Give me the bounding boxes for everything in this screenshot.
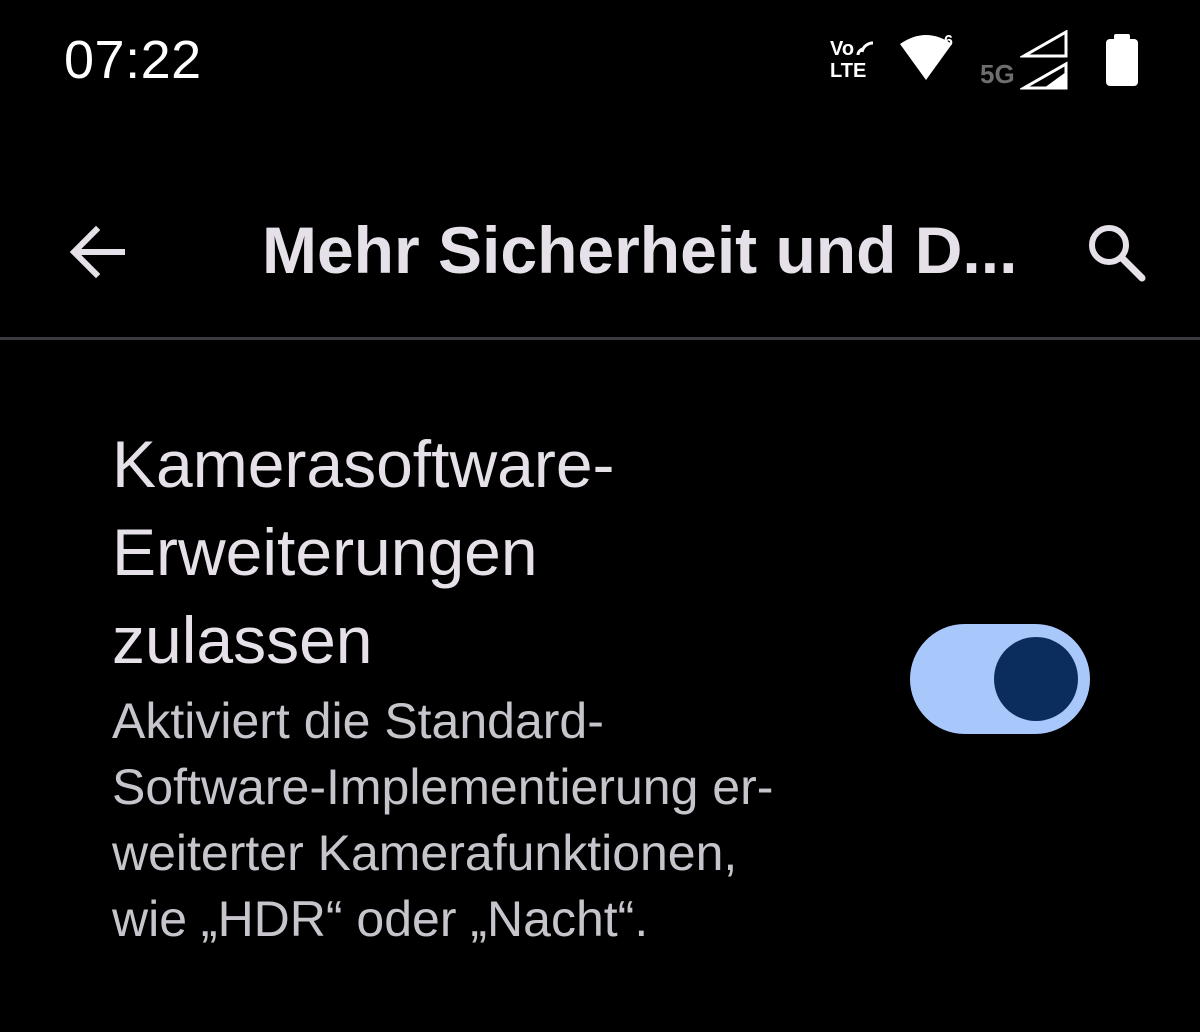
- camera-extensions-toggle[interactable]: [910, 624, 1090, 734]
- status-time: 07:22: [64, 30, 202, 90]
- signal-icon: [1018, 29, 1070, 95]
- setting-summary-line: weiterter Kamerafunktionen,: [112, 825, 738, 881]
- wifi-icon: 6: [898, 32, 960, 89]
- network-type-label: 5G: [980, 59, 1015, 89]
- camera-extensions-setting[interactable]: Kamerasoftware- Erweiterungen zulassen A…: [0, 340, 1200, 1032]
- setting-summary-line: Software-Implementierung er-: [112, 759, 774, 815]
- volte-icon: Vo LTE: [828, 38, 882, 84]
- status-bar: 07:22 Vo LTE 6 5G: [0, 0, 1200, 120]
- search-icon: [1089, 225, 1146, 282]
- setting-title-line: Kamerasoftware-: [112, 427, 615, 501]
- setting-title-line: Erweiterungen: [112, 515, 538, 589]
- setting-summary: Aktiviert die Standard- Software-Impleme…: [112, 688, 872, 952]
- back-button[interactable]: [50, 204, 146, 300]
- setting-summary-line: wie „HDR“ oder „Nacht“.: [112, 891, 649, 947]
- setting-title-line: zulassen: [112, 603, 373, 677]
- page-title: Mehr Sicherheit und D...: [262, 213, 1018, 287]
- toggle-thumb: [994, 637, 1078, 721]
- app-bar: Mehr Sicherheit und D...: [0, 120, 1200, 337]
- arrow-back-icon: [69, 225, 125, 279]
- setting-summary-line: Aktiviert die Standard-: [112, 693, 604, 749]
- battery-icon: [1104, 34, 1140, 93]
- lte-label: LTE: [830, 60, 867, 82]
- volte-label: Vo: [830, 38, 855, 60]
- wifi-generation-label: 6: [944, 33, 953, 50]
- setting-title: Kamerasoftware- Erweiterungen zulassen: [112, 420, 812, 684]
- search-button[interactable]: [1068, 204, 1164, 300]
